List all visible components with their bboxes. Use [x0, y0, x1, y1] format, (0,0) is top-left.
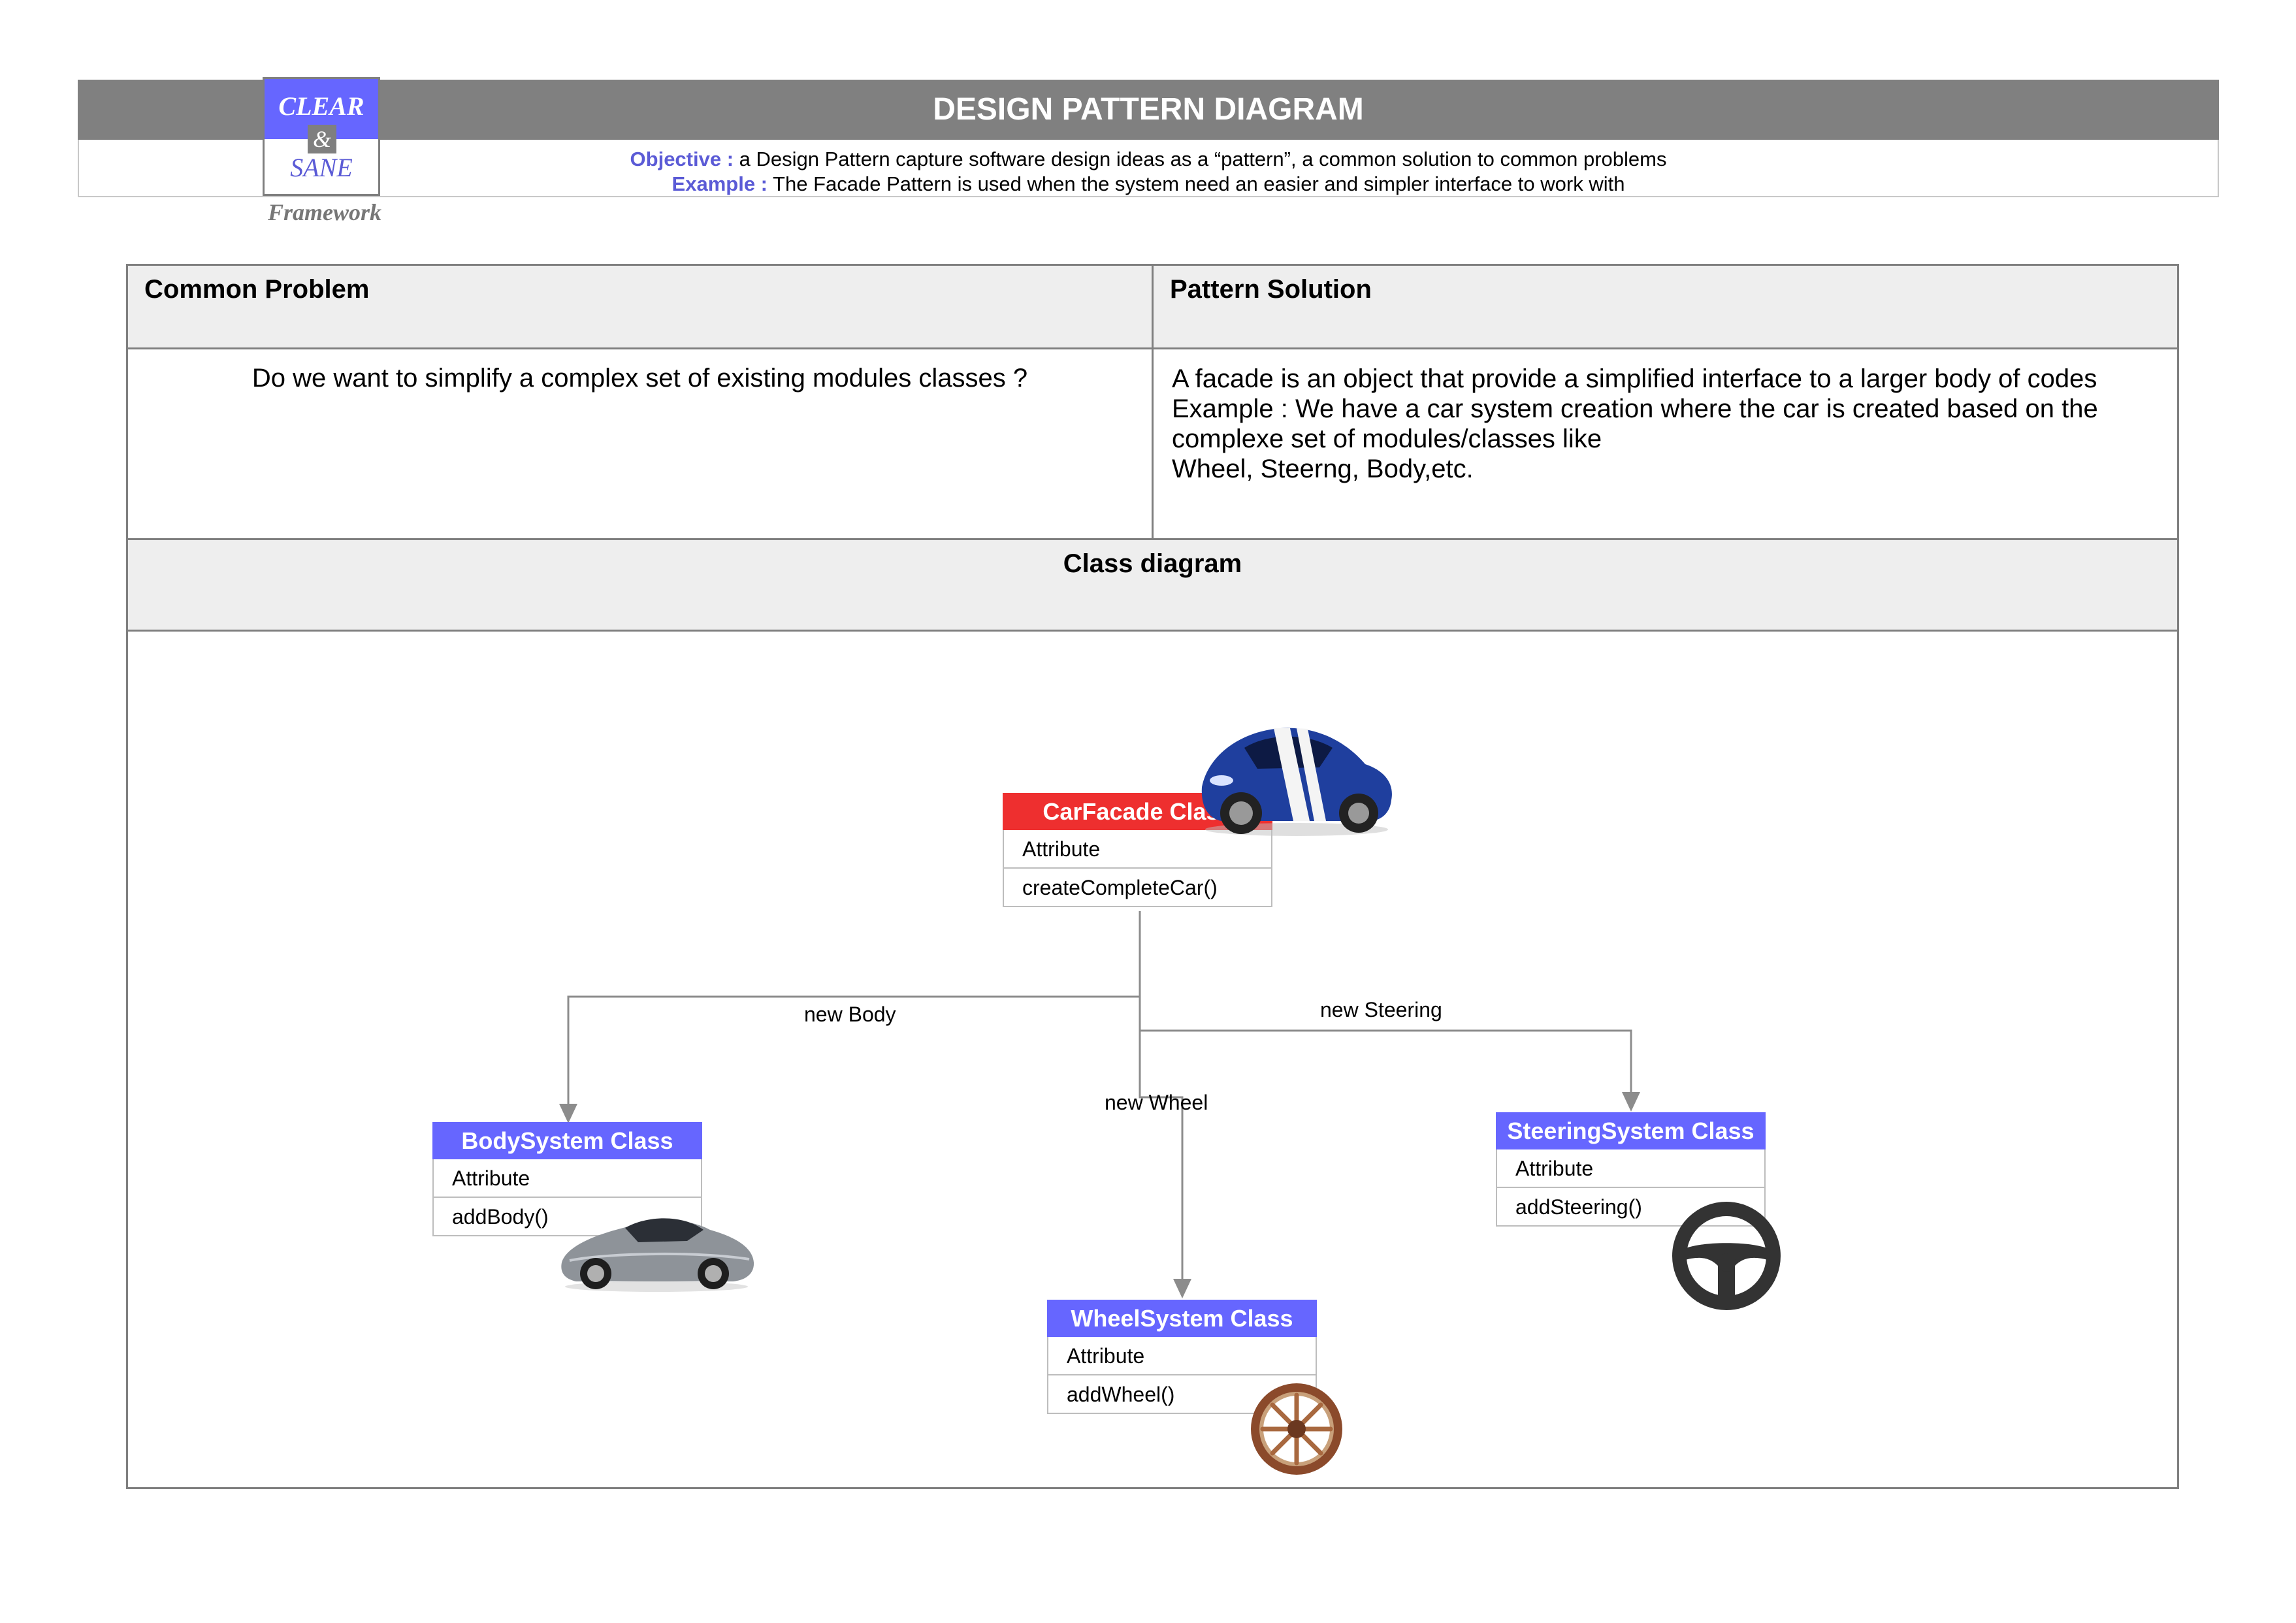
- connector-wheel-label: new Wheel: [1105, 1091, 1208, 1114]
- carfacade-method: createCompleteCar(): [1003, 869, 1272, 907]
- blue-sports-car-icon: [1201, 728, 1392, 836]
- wooden-wheel-icon: [1251, 1383, 1342, 1475]
- steering-wheel-icon: [1672, 1202, 1781, 1310]
- connector-wheel-line: [1139, 1031, 1184, 1280]
- bodysystem-class-title: BodySystem Class: [432, 1122, 702, 1159]
- arrowhead-wheel: [1173, 1279, 1191, 1298]
- steeringsystem-class-title: SteeringSystem Class: [1496, 1112, 1766, 1149]
- wheelsystem-class-title: WheelSystem Class: [1047, 1300, 1317, 1337]
- steeringsystem-attribute: Attribute: [1496, 1149, 1766, 1188]
- arrowhead-body: [559, 1104, 577, 1123]
- connector-body-label: new Body: [804, 1003, 896, 1026]
- wheelsystem-attribute: Attribute: [1047, 1337, 1317, 1375]
- arrowhead-steering: [1622, 1092, 1640, 1112]
- silver-sports-car-icon: [561, 1218, 754, 1292]
- bodysystem-attribute: Attribute: [432, 1159, 702, 1198]
- connector-steering-label: new Steering: [1320, 998, 1442, 1021]
